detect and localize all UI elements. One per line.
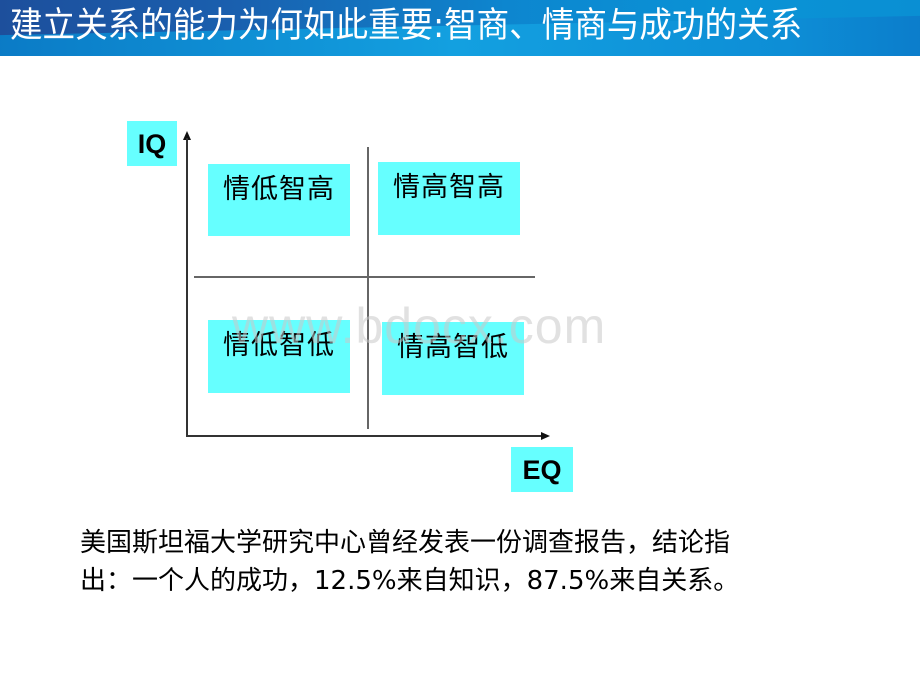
body-paragraph: 美国斯坦福大学研究中心曾经发表一份调查报告，结论指 出：一个人的成功，12.5%… [80,524,880,600]
slide-title: 建立关系的能力为何如此重要:智商、情商与成功的关系 [10,6,803,46]
quadrant-label: 情高智高 [393,172,505,203]
y-axis [186,138,188,437]
x-axis-arrow-icon [541,432,550,440]
quadrant-high-eq-low-iq: 情高智低 [382,322,524,395]
quadrant-label: 情高智低 [397,332,509,363]
quadrant-low-eq-high-iq: 情低智高 [208,164,350,236]
horizontal-divider [194,276,535,278]
y-axis-label-iq: IQ [127,121,177,166]
quadrant-high-eq-high-iq: 情高智高 [378,162,520,235]
quadrant-label: 情低智低 [223,330,335,361]
vertical-divider [367,147,369,429]
body-line-1: 美国斯坦福大学研究中心曾经发表一份调查报告，结论指 [80,528,731,558]
body-line-2: 出：一个人的成功，12.5%来自知识，87.5%来自关系。 [80,566,740,596]
quadrant-label: 情低智高 [223,174,335,205]
x-axis-label-eq: EQ [511,447,573,492]
quadrant-low-eq-low-iq: 情低智低 [208,320,350,393]
title-bar: 建立关系的能力为何如此重要:智商、情商与成功的关系 [0,0,920,56]
x-axis [186,435,544,437]
